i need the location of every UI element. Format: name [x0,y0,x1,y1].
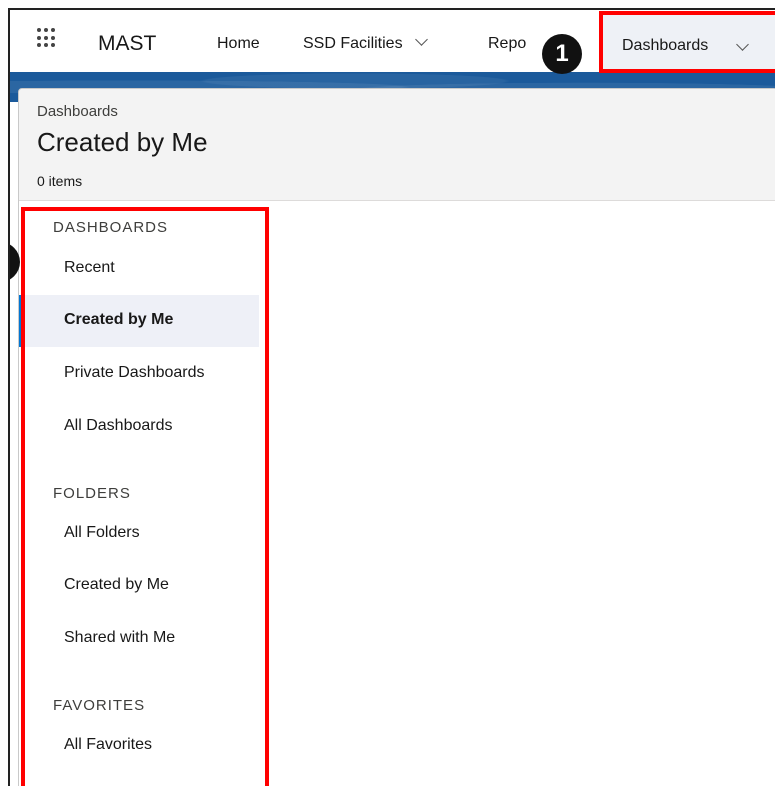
app-name: MAST [98,32,157,55]
sidebar-item-label: Shared with Me [64,629,176,646]
nav-tab-home-label: Home [217,35,260,52]
sidebar-item-all-favorites[interactable]: All Favorites [19,720,259,772]
sidebar-item-label: Created by Me [64,576,169,593]
app-frame: MAST Home SSD Facilities Repo Dashboards… [8,8,775,786]
sidebar-item-label: All Folders [64,524,140,541]
top-navigation-bar: MAST Home SSD Facilities Repo Dashboards [10,10,775,74]
sidebar-item-shared-with-me[interactable]: Shared with Me [19,613,259,665]
nav-tab-dashboards[interactable]: Dashboards [600,12,775,74]
sidebar-item-label: Recent [64,259,115,276]
sidebar-item-recent[interactable]: Recent [19,243,259,295]
sidebar-item-label: Created by Me [64,311,174,328]
sidebar-item-label: Private Dashboards [64,364,205,381]
nav-tab-home[interactable]: Home [217,35,260,53]
sidebar-item-created-by-me[interactable]: Created by Me [19,295,259,347]
section-title-folders: FOLDERS [53,485,131,502]
page-title: Created by Me [37,127,208,157]
section-title-favorites: FAVORITES [53,697,146,714]
breadcrumb: Dashboards [37,103,118,120]
step-badge-1: 1 [542,34,582,74]
app-launcher-grid-icon[interactable] [37,28,57,48]
nav-tab-ssd-facilities-label: SSD Facilities [303,35,403,52]
sidebar-item-label: All Favorites [64,736,153,753]
nav-tab-reports-label: Repo [488,35,526,52]
sidebar-item-label: All Dashboards [64,417,173,434]
nav-tab-reports[interactable]: Repo [488,35,526,53]
sidebar-item-folders-created-by-me[interactable]: Created by Me [19,560,259,612]
page-header: Dashboards Created by Me 0 items [19,89,775,201]
sidebar-item-all-folders[interactable]: All Folders [19,508,259,560]
dashboards-sidebar: DASHBOARDS Recent Created by Me Private … [19,201,259,786]
nav-tab-ssd-facilities[interactable]: SSD Facilities [303,33,428,53]
chevron-down-icon[interactable] [414,33,428,46]
section-title-dashboards: DASHBOARDS [53,219,169,236]
nav-tab-dashboards-label: Dashboards [622,37,709,54]
dashboards-list-view: Dashboards Created by Me 0 items DASHBOA… [18,88,775,786]
item-count: 0 items [37,173,83,189]
chevron-down-icon[interactable] [736,38,749,51]
sidebar-item-private-dashboards[interactable]: Private Dashboards [19,348,259,400]
sidebar-item-all-dashboards[interactable]: All Dashboards [19,401,259,453]
